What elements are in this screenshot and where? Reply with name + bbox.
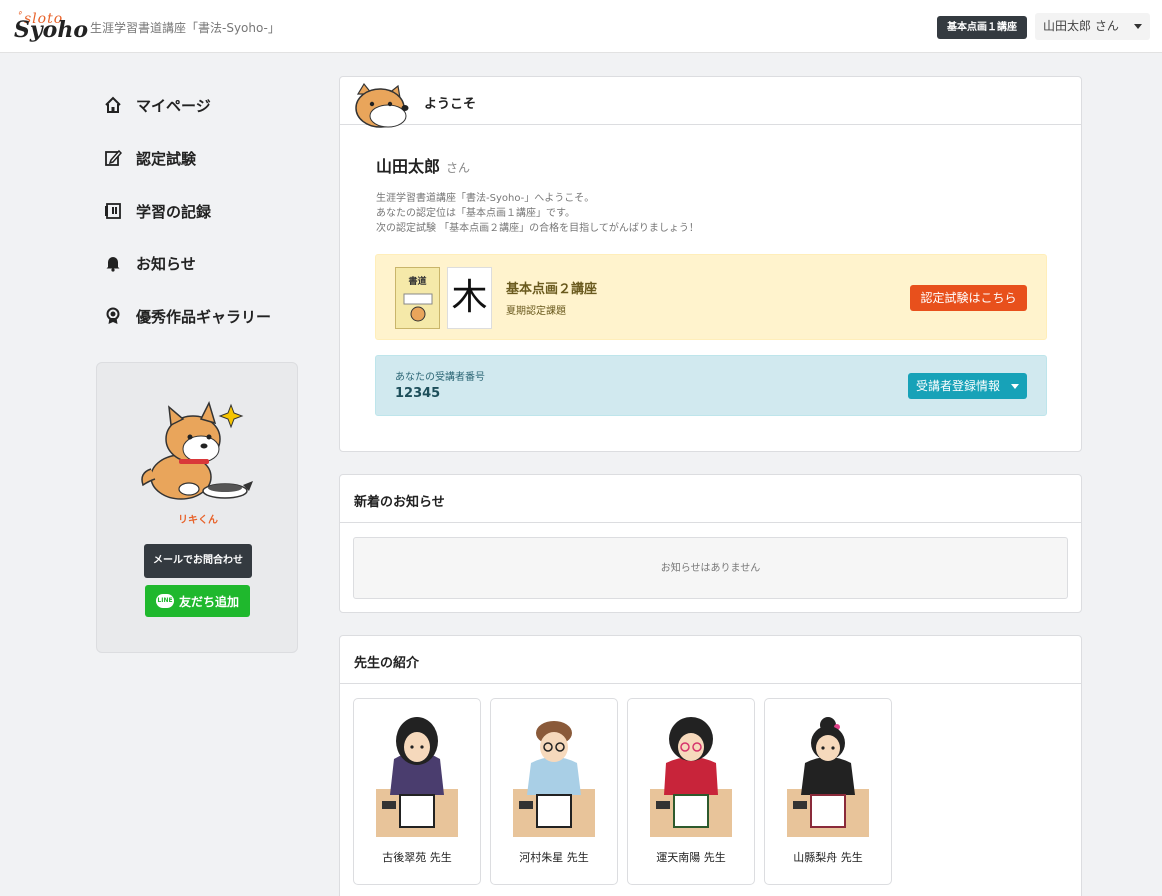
sidebar-item-label: 認定試験: [136, 149, 197, 168]
teacher-portrait: [787, 717, 869, 837]
user-menu-label: 山田太郎 さん: [1043, 19, 1119, 33]
news-empty-message: お知らせはありません: [353, 537, 1068, 599]
sidebar-item-exam[interactable]: 認定試験: [104, 147, 196, 169]
mail-inquiry-button[interactable]: メールでお問合わせ: [144, 544, 252, 578]
intro-line: 生涯学習書道講座「書法-Syoho-」へようこそ。: [376, 193, 595, 204]
news-card: 新着のお知らせ お知らせはありません: [339, 474, 1082, 613]
mascot-name: リキくん: [178, 515, 218, 526]
mascot-card: リキくん メールでお問合わせ LINE 友だち追加: [96, 362, 298, 653]
dog-face-icon: [355, 82, 409, 128]
home-icon: [104, 96, 122, 114]
teacher-card[interactable]: 運天南陽 先生: [627, 698, 755, 885]
registration-button-label: 受講者登録情報: [916, 379, 1001, 393]
teacher-name: 運天南陽 先生: [656, 851, 726, 864]
user-menu-dropdown[interactable]: 山田太郎 さん: [1035, 13, 1150, 40]
sidebar-item-label: 優秀作品ギャラリー: [136, 307, 272, 326]
teachers-card: 先生の紹介 古後翠苑 先生 河村朱星 先生 運天南陽 先生 山縣梨舟 先生: [339, 635, 1082, 896]
line-icon: LINE: [155, 594, 174, 608]
teacher-name: 山縣梨舟 先生: [793, 851, 863, 864]
textbook-cover-image: 書道: [395, 267, 440, 329]
intro-line: あなたの認定位は「基本点画１講座」です。: [376, 208, 575, 219]
teacher-portrait: [650, 717, 732, 837]
sidebar-item-gallery[interactable]: 優秀作品ギャラリー: [104, 305, 271, 327]
user-name-text: 山田太郎: [376, 157, 441, 176]
line-button-label: 友だち追加: [178, 594, 239, 609]
news-card-header: 新着のお知らせ: [340, 475, 1081, 523]
registration-info-button[interactable]: 受講者登録情報: [908, 373, 1027, 399]
teachers-card-header: 先生の紹介: [340, 636, 1081, 684]
teacher-card[interactable]: 山縣梨舟 先生: [764, 698, 892, 885]
site-title: 生涯学習書道講座「書法-Syoho-」: [90, 21, 280, 35]
bell-icon: [104, 254, 122, 272]
welcome-title: ようこそ: [424, 97, 477, 112]
sidebar-item-mypage[interactable]: マイページ: [104, 94, 211, 116]
welcome-intro: 生涯学習書道講座「書法-Syoho-」へようこそ。 あなたの認定位は「基本点画１…: [376, 191, 699, 236]
welcome-card: ようこそ 山田太郎 さん 生涯学習書道講座「書法-Syoho-」へようこそ。 あな…: [339, 76, 1082, 452]
kanji-sample: 木: [447, 267, 492, 329]
teacher-name: 河村朱星 先生: [519, 851, 589, 864]
next-exam-alert: 書道 木 基本点画２講座 夏期認定課題 認定試験はこちら: [375, 254, 1047, 340]
welcome-card-header: ようこそ: [340, 77, 1081, 128]
chevron-down-icon: [1134, 24, 1142, 29]
intro-line: 次の認定試験 「基本点画２講座」の合格を目指してがんばりましょう！: [376, 223, 699, 234]
site-logo[interactable]: ﾟsloto Syoho: [12, 8, 88, 46]
lesson-title: 基本点画２講座: [506, 282, 598, 297]
notebook-icon: [104, 202, 122, 220]
top-header: ﾟsloto Syoho 生涯学習書道講座「書法-Syoho-」 基本点画１講座…: [0, 0, 1162, 53]
sidebar-item-label: 学習の記録: [136, 202, 212, 221]
lesson-subtitle: 夏期認定課題: [506, 306, 566, 317]
teacher-card[interactable]: 河村朱星 先生: [490, 698, 618, 885]
registration-alert: あなたの受講者番号 12345 受講者登録情報: [375, 355, 1047, 416]
sidebar-item-label: お知らせ: [136, 254, 196, 273]
edit-icon: [104, 149, 122, 167]
teacher-portrait: [376, 717, 458, 837]
textbook-title: 書道: [408, 277, 427, 287]
teacher-card[interactable]: 古後翠苑 先生: [353, 698, 481, 885]
news-title: 新着のお知らせ: [354, 495, 445, 510]
teachers-title: 先生の紹介: [354, 656, 420, 671]
sidebar-item-records[interactable]: 学習の記録: [104, 200, 211, 222]
sidebar-item-news[interactable]: お知らせ: [104, 252, 196, 274]
user-honorific: さん: [446, 161, 471, 175]
level-badge: 基本点画１講座: [937, 16, 1027, 39]
teacher-name: 古後翠苑 先生: [382, 851, 452, 864]
textbook-illustration: [403, 293, 433, 322]
teacher-portrait: [513, 721, 595, 837]
exam-button[interactable]: 認定試験はこちら: [910, 285, 1027, 311]
user-name: 山田太郎 さん: [376, 153, 470, 177]
mascot-dog-image: [141, 400, 253, 500]
registration-label: あなたの受講者番号: [395, 372, 485, 383]
sidebar-item-label: マイページ: [136, 96, 211, 115]
logo-main-text: Syoho: [14, 17, 89, 43]
registration-number: 12345: [395, 386, 441, 401]
chevron-down-icon: [1011, 384, 1019, 389]
award-icon: [104, 307, 122, 325]
line-add-friend-button[interactable]: LINE 友だち追加: [145, 585, 250, 617]
